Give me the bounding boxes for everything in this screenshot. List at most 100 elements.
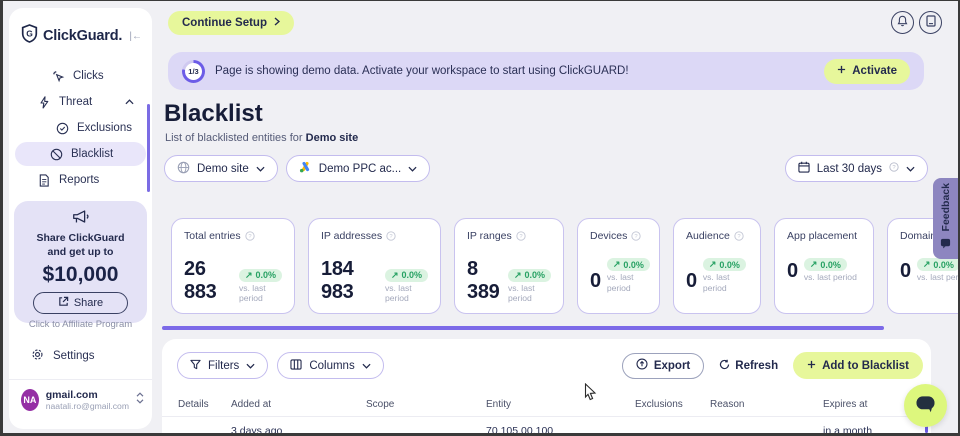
stat-card-devices: Devices? 0 ↗0.0%vs. last period [577, 218, 660, 314]
svg-text:?: ? [737, 234, 741, 240]
svg-text:?: ? [519, 234, 523, 240]
sidebar-item-blacklist[interactable]: Blacklist [15, 142, 146, 166]
collapse-sidebar-icon[interactable]: |← [129, 31, 142, 42]
continue-setup-label: Continue Setup [182, 17, 267, 29]
share-button[interactable]: Share [33, 292, 128, 314]
trend-up-icon: ↗ [613, 259, 621, 270]
stat-caption: vs. last period [239, 283, 277, 304]
feedback-chat-icon [940, 236, 951, 254]
block-circle-icon [49, 148, 63, 161]
add-to-blacklist-button[interactable]: Add to Blacklist [793, 352, 923, 379]
sidebar-item-exclusions[interactable]: Exclusions [15, 116, 146, 140]
sidebar-item-reports[interactable]: Reports [15, 168, 146, 192]
chat-widget-button[interactable] [904, 384, 947, 427]
stat-label: Devices [590, 230, 627, 242]
site-picker-label: Demo site [197, 163, 249, 175]
brand-name: ClickGuard. [43, 28, 124, 44]
globe-icon [177, 161, 190, 177]
lightning-icon [37, 96, 51, 109]
settings-label: Settings [53, 350, 95, 362]
trend-up-icon: ↗ [709, 259, 717, 270]
docs-button[interactable] [919, 11, 942, 34]
notifications-button[interactable] [891, 11, 914, 34]
chevron-down-icon [246, 360, 255, 372]
stat-caption: vs. last period [385, 283, 423, 304]
stat-label: IP ranges [467, 230, 512, 242]
sidebar-scrollbar[interactable] [147, 104, 150, 192]
stat-caption: vs. last period [804, 272, 857, 283]
sidebar-item-threat[interactable]: Threat [15, 90, 146, 114]
help-icon[interactable]: ? [245, 231, 255, 241]
sidebar-item-label: Blacklist [71, 148, 113, 160]
stat-label: App placement [787, 230, 857, 242]
stat-delta: 0.0% [623, 260, 644, 270]
stat-delta: 0.0% [820, 260, 841, 270]
feedback-tab[interactable]: Feedback [933, 178, 958, 259]
stat-delta: 0.0% [719, 260, 740, 270]
chevron-down-icon [256, 163, 265, 175]
help-icon: ? [889, 162, 899, 175]
chevron-down-icon [408, 163, 417, 175]
date-range-picker[interactable]: Last 30 days ? [785, 155, 928, 182]
svg-text:?: ? [635, 234, 639, 240]
megaphone-icon [71, 212, 91, 229]
account-switcher[interactable]: NA gmail.com naatali.ro@gmail.com [21, 389, 144, 411]
columns-button[interactable]: Columns [277, 352, 383, 379]
column-header-reason[interactable]: Reason [710, 399, 823, 410]
affiliate-link[interactable]: Click to Affiliate Program [14, 319, 147, 330]
chevron-down-icon [906, 163, 915, 175]
bell-icon [897, 15, 908, 30]
sidebar-item-label: Exclusions [77, 122, 132, 134]
stat-card-audience: Audience? 0 ↗0.0%vs. last period [673, 218, 761, 314]
column-header-added-at[interactable]: Added at [231, 399, 366, 410]
help-icon[interactable]: ? [734, 231, 744, 241]
stat-value: 0 [686, 270, 697, 293]
stat-label: IP addresses [321, 230, 382, 242]
activate-button[interactable]: Activate [824, 59, 910, 84]
stat-caption: vs. last period [508, 283, 546, 304]
column-header-scope[interactable]: Scope [366, 399, 486, 410]
brand-row: G ClickGuard. |← [9, 8, 152, 62]
table-header-row: Details Added at Scope Entity Exclusions… [162, 393, 931, 417]
filters-button[interactable]: Filters [177, 352, 268, 379]
share-label: Share [74, 297, 103, 309]
help-icon[interactable]: ? [631, 231, 641, 241]
stat-value: 8 389 [467, 258, 502, 304]
chevron-updown-icon [136, 391, 144, 409]
export-button[interactable]: Export [622, 353, 704, 379]
svg-text:G: G [26, 28, 33, 38]
stat-caption: vs. last period [703, 272, 741, 293]
columns-icon [290, 359, 302, 373]
continue-setup-button[interactable]: Continue Setup [168, 11, 294, 35]
promo-amount: $10,000 [14, 263, 147, 287]
stat-value: 0 [787, 260, 798, 283]
page-subtitle: List of blacklisted entities for Demo si… [165, 132, 358, 144]
export-label: Export [654, 360, 690, 372]
sidebar-item-clicks[interactable]: Clicks [15, 64, 146, 88]
cards-horizontal-scrollbar[interactable] [162, 326, 884, 330]
page-subtitle-target: Demo site [306, 132, 359, 144]
affiliate-promo-card[interactable]: Share ClickGuard and get up to $10,000 S… [14, 201, 147, 323]
sidebar-item-settings[interactable]: Settings [15, 344, 146, 368]
page-title: Blacklist [164, 100, 263, 128]
trend-up-icon: ↗ [391, 270, 399, 281]
ppc-account-picker[interactable]: Demo PPC ac... [286, 155, 430, 182]
shield-logo-icon: G [21, 24, 38, 48]
help-icon[interactable]: ? [516, 231, 526, 241]
column-header-exclusions[interactable]: Exclusions [635, 399, 710, 410]
help-icon[interactable]: ? [386, 231, 396, 241]
filter-funnel-icon [190, 359, 201, 373]
site-picker[interactable]: Demo site [164, 155, 278, 182]
refresh-button[interactable]: Refresh [713, 359, 784, 373]
trend-up-icon: ↗ [245, 270, 253, 281]
column-header-details[interactable]: Details [178, 399, 231, 410]
stat-value: 184 983 [321, 258, 379, 304]
page-subtitle-text: List of blacklisted entities for [165, 132, 303, 144]
column-header-entity[interactable]: Entity [486, 399, 635, 410]
filters-label: Filters [208, 360, 239, 372]
table-toolbar: Filters Columns Export [162, 339, 931, 379]
chevron-up-icon[interactable] [125, 96, 134, 108]
table-row[interactable]: 3 days ago 70.105.00.100 in a month [162, 417, 931, 433]
sidebar-item-label: Clicks [73, 70, 104, 82]
refresh-label: Refresh [735, 360, 778, 372]
